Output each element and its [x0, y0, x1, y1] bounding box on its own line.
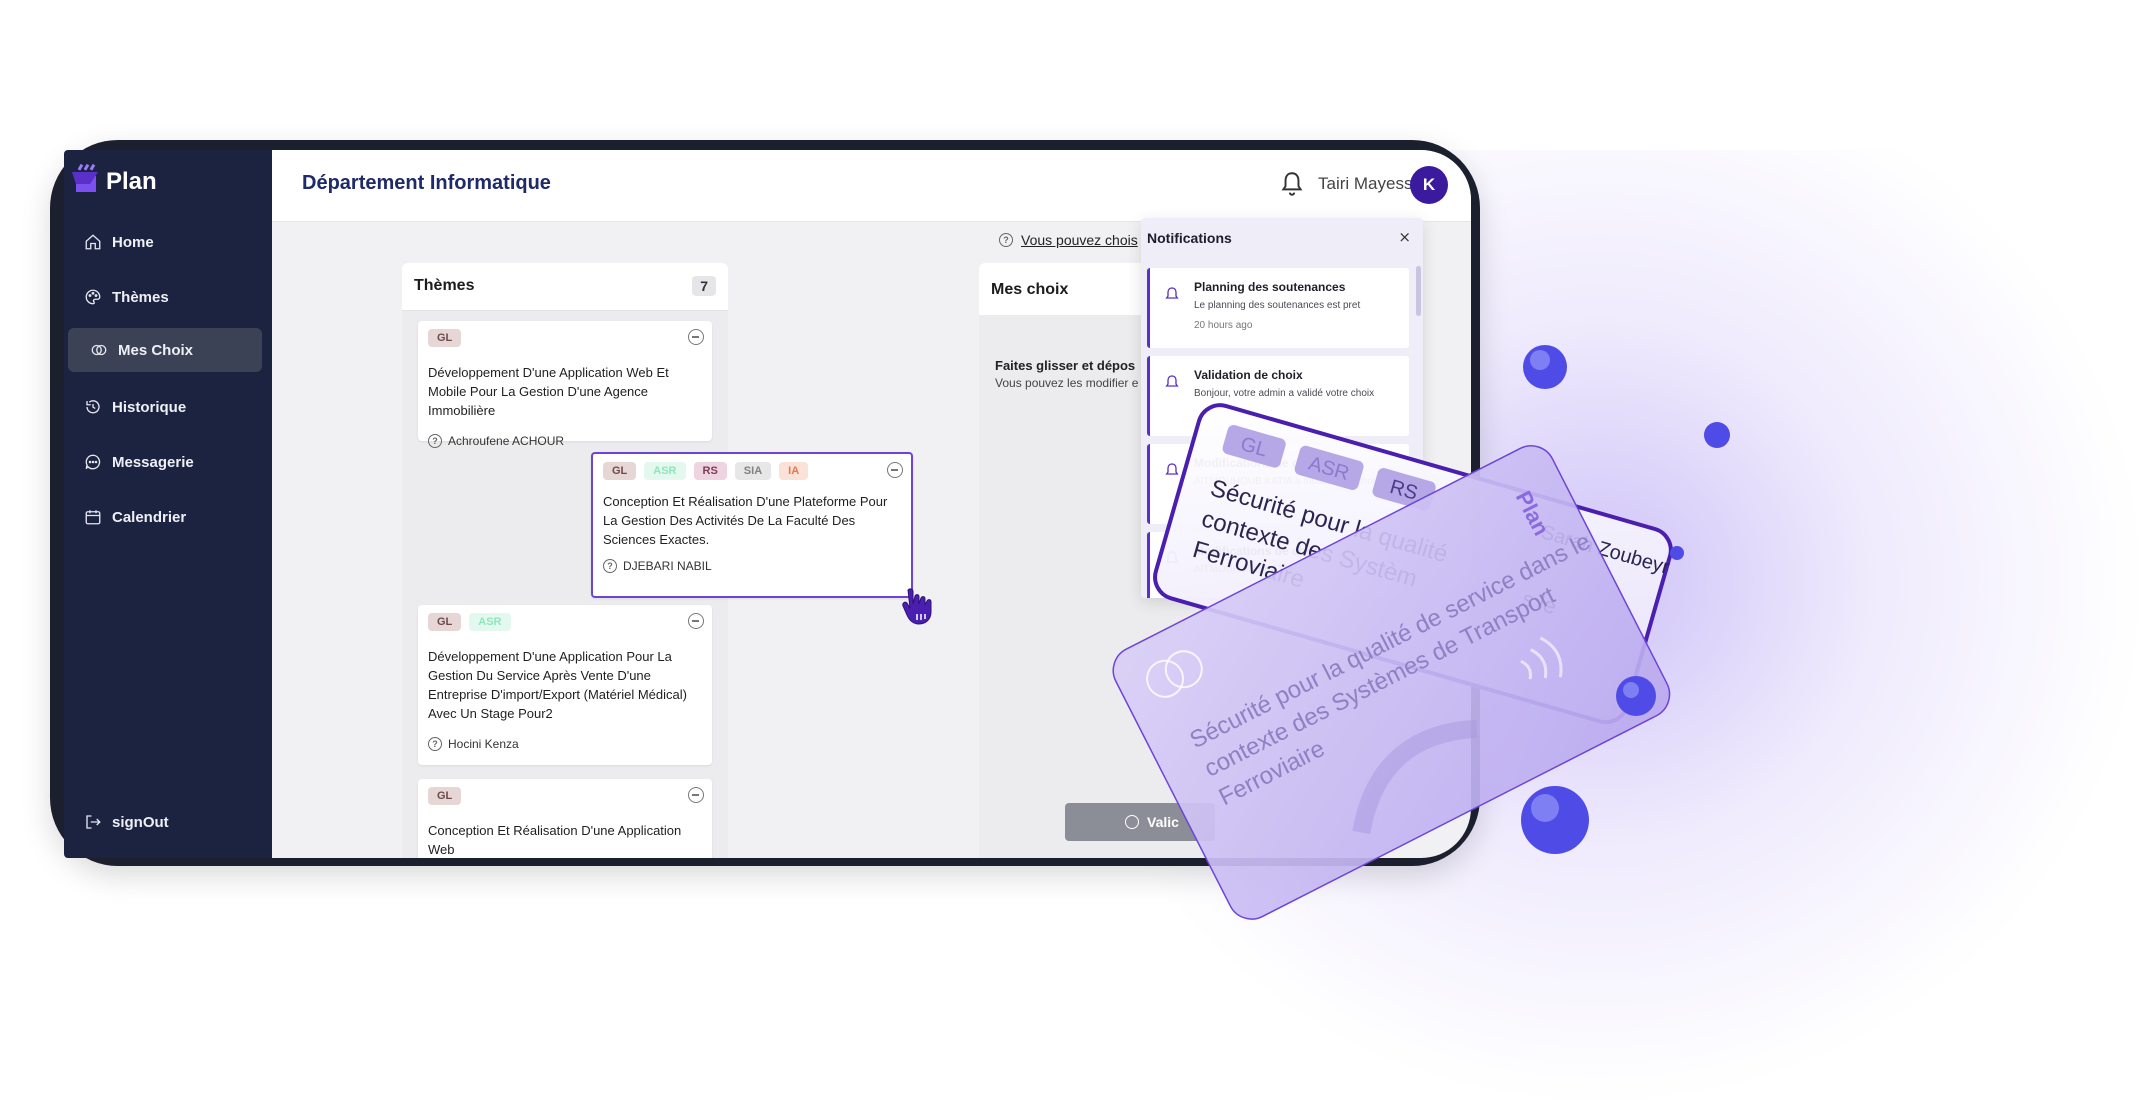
help-icon: ? [428, 434, 442, 448]
notification-title: Modifications de choix [1194, 544, 1324, 558]
dragged-theme-card[interactable]: GL ASR RS SIA IA Conception Et Réalisati… [591, 452, 913, 598]
notification-time: 20 hours ago [1194, 320, 1253, 331]
bell-icon[interactable] [1279, 170, 1305, 198]
dropzone-title: Faites glisser et dépos [995, 358, 1136, 373]
choices-icon [91, 344, 107, 356]
tag-asr: ASR [469, 613, 511, 631]
theme-title: Conception Et Réalisation D'une Applicat… [428, 823, 682, 857]
remove-icon[interactable] [688, 329, 704, 345]
theme-title: Développement D'une Application Web Et M… [428, 365, 669, 418]
validate-label: Valic [1147, 814, 1179, 830]
hand-cursor-icon [902, 588, 932, 625]
remove-icon[interactable] [887, 462, 903, 478]
info-hint: ? Vous pouvez chois [999, 232, 1138, 248]
user-name: Tairi Mayess [1318, 174, 1413, 193]
mes-choix-title: Mes choix [991, 281, 1069, 298]
theme-card[interactable]: GL Conception Et Réalisation D'une Appli… [418, 779, 712, 858]
notification-title: Validation de choix [1194, 368, 1303, 382]
themes-title: Thèmes [414, 277, 475, 294]
notifications-title: Notifications [1147, 230, 1232, 246]
sidebar-item-themes[interactable]: Thèmes [64, 275, 260, 319]
theme-author: ? Hocini Kenza [428, 737, 702, 751]
signout-label: signOut [112, 813, 169, 831]
app-screen: Plan Home Thèmes Mes Choix Historique Me… [64, 150, 1471, 858]
bell-icon [1165, 287, 1179, 299]
notification-desc: Le planning des soutenances est pret [1194, 300, 1361, 311]
notification-item[interactable]: Modifications de choix AITMOUHOUB KATIA … [1147, 444, 1409, 524]
app-logo[interactable]: Plan [70, 162, 157, 196]
sidebar-item-label: Home [112, 233, 154, 251]
remove-icon[interactable] [688, 787, 704, 803]
close-icon[interactable]: × [1398, 228, 1411, 246]
tag-sia: SIA [734, 462, 772, 480]
tag-ia: IA [779, 462, 809, 480]
page-title: Département Informatique [302, 172, 551, 194]
history-icon [86, 400, 100, 414]
palette-icon [85, 289, 101, 305]
theme-card[interactable]: GL Développement D'une Application Web E… [418, 321, 712, 448]
sidebar-item-historique[interactable]: Historique [64, 385, 260, 429]
bell-icon [1165, 551, 1179, 563]
theme-author: ? DJEBARI NABIL [603, 559, 901, 573]
remove-icon[interactable] [688, 613, 704, 629]
sidebar-item-label: Thèmes [112, 288, 169, 306]
sidebar-item-label: Historique [112, 398, 187, 416]
help-icon: ? [999, 233, 1013, 247]
tag-gl: GL [603, 462, 637, 480]
signout-button[interactable]: signOut [64, 800, 260, 844]
notification-title: Modifications de choix [1194, 456, 1324, 470]
sidebar-item-label: Messagerie [112, 453, 194, 471]
logo-icon [72, 163, 98, 192]
info-link[interactable]: Vous pouvez chois [1021, 232, 1138, 248]
theme-title: Développement D'une Application Pour La … [428, 649, 687, 721]
tag-gl: GL [428, 787, 462, 805]
sidebar-item-label: Mes Choix [118, 341, 194, 359]
home-icon [85, 234, 101, 250]
bell-icon [1165, 375, 1179, 387]
help-icon: ? [428, 737, 442, 751]
logout-icon [86, 815, 101, 829]
tag-gl: GL [428, 613, 462, 631]
logo-text: Plan [106, 168, 157, 195]
notification-desc: Bonjour, votre admin a validé votre choi… [1194, 388, 1375, 399]
notification-item[interactable]: Validation de choix Bonjour, votre admin… [1147, 356, 1409, 436]
notification-desc: AITMOUHOUB KATIA [1194, 564, 1293, 575]
notification-item[interactable]: Modifications de choix AITMOUHOUB KATIA [1147, 532, 1409, 598]
sidebar: Plan Home Thèmes Mes Choix Historique Me… [64, 150, 272, 858]
chat-icon [85, 454, 101, 470]
sidebar-item-calendrier[interactable]: Calendrier [64, 495, 260, 539]
notifications-panel: Notifications × Planning des soutenances… [1141, 218, 1423, 598]
notification-title: Planning des soutenances [1194, 280, 1346, 294]
bell-icon [1165, 463, 1179, 475]
themes-header: Thèmes 7 [402, 263, 728, 311]
scrollbar[interactable] [1416, 266, 1421, 316]
tag-asr: ASR [644, 462, 686, 480]
notification-item[interactable]: Planning des soutenances Le planning des… [1147, 268, 1409, 348]
check-icon [1125, 815, 1139, 829]
theme-title: Conception Et Réalisation D'une Platefor… [603, 494, 888, 547]
validate-button[interactable]: Valic [1065, 803, 1215, 841]
notification-desc: AITMOUHOUB KATIA a modifié ses choix [1194, 476, 1380, 487]
themes-count-badge: 7 [692, 276, 716, 296]
sidebar-item-home[interactable]: Home [64, 220, 260, 264]
tag-rs: RS [693, 462, 727, 480]
sidebar-item-mes-choix[interactable]: Mes Choix [68, 328, 262, 372]
sidebar-item-label: Calendrier [112, 508, 187, 526]
dropzone-subtitle: Vous pouvez les modifier e [995, 376, 1139, 390]
calendar-icon [85, 510, 101, 525]
theme-card[interactable]: GL ASR Développement D'une Application P… [418, 605, 712, 765]
top-bar: Département Informatique Tairi Mayess K [272, 150, 1471, 222]
tag-gl: GL [428, 329, 462, 347]
help-icon: ? [603, 559, 617, 573]
avatar[interactable]: K [1410, 166, 1448, 204]
sidebar-item-messagerie[interactable]: Messagerie [64, 440, 260, 484]
theme-author: ? Achroufene ACHOUR [428, 434, 702, 448]
